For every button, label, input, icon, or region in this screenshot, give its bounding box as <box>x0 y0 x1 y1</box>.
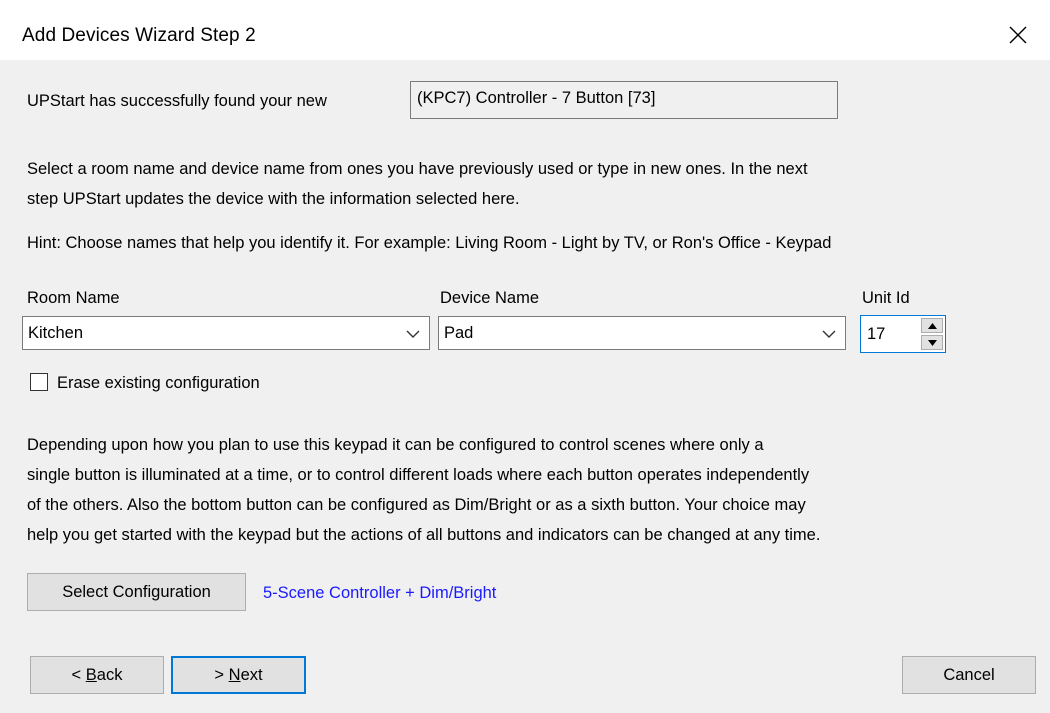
description-line-2: single button is illuminated at a time, … <box>27 466 810 484</box>
stepper-down-button[interactable] <box>921 335 943 350</box>
back-button-rest: ack <box>96 665 123 684</box>
select-configuration-button[interactable]: Select Configuration <box>27 573 246 611</box>
back-button-prefix: < <box>71 665 86 684</box>
instructions-line-1: Select a room name and device name from … <box>27 160 808 178</box>
instructions-line-2: step UPStart updates the device with the… <box>27 190 520 208</box>
description-line-3: of the others. Also the bottom button ca… <box>27 496 806 514</box>
next-button-rest: ext <box>240 665 263 684</box>
room-name-combo[interactable]: Kitchen <box>22 316 430 350</box>
device-name-label: Device Name <box>440 289 540 307</box>
found-device-value: (KPC7) Controller - 7 Button [73] <box>417 89 656 107</box>
erase-config-label[interactable]: Erase existing configuration <box>57 375 260 392</box>
found-label: UPStart has successfully found your new <box>27 92 327 110</box>
chevron-down-icon[interactable] <box>821 327 837 341</box>
unit-id-stepper[interactable]: 17 <box>860 315 946 353</box>
device-name-value: Pad <box>444 324 474 342</box>
current-configuration-text: 5-Scene Controller + Dim/Bright <box>263 584 497 602</box>
close-icon <box>1009 26 1027 44</box>
room-name-value: Kitchen <box>28 324 84 342</box>
unit-id-label: Unit Id <box>862 289 910 307</box>
dialog-body: UPStart has successfully found your new … <box>0 60 1050 713</box>
stepper-up-button[interactable] <box>921 318 943 333</box>
title-bar: Add Devices Wizard Step 2 <box>0 0 1050 60</box>
unit-id-value[interactable]: 17 <box>867 325 885 344</box>
hint-text: Hint: Choose names that help you identif… <box>27 234 832 252</box>
description-line-1: Depending upon how you plan to use this … <box>27 436 764 454</box>
next-button-mnemonic: N <box>228 665 241 684</box>
description-line-4: help you get started with the keypad but… <box>27 526 821 544</box>
chevron-down-icon[interactable] <box>405 327 421 341</box>
stepper-buttons <box>921 318 943 350</box>
triangle-up-icon <box>927 322 937 329</box>
device-name-combo[interactable]: Pad <box>438 316 846 350</box>
window-title: Add Devices Wizard Step 2 <box>22 25 256 46</box>
next-button[interactable]: > Next <box>171 656 306 694</box>
found-device-field: (KPC7) Controller - 7 Button [73] <box>410 81 838 119</box>
erase-config-checkbox[interactable] <box>30 373 48 391</box>
next-button-prefix: > <box>214 665 229 684</box>
triangle-down-icon <box>927 339 937 346</box>
back-button[interactable]: < Back <box>30 656 164 694</box>
room-name-label: Room Name <box>27 289 120 307</box>
cancel-button[interactable]: Cancel <box>902 656 1036 694</box>
wizard-dialog: Add Devices Wizard Step 2 UPStart has su… <box>0 0 1050 713</box>
close-button[interactable] <box>998 16 1038 54</box>
back-button-mnemonic: B <box>85 665 97 684</box>
